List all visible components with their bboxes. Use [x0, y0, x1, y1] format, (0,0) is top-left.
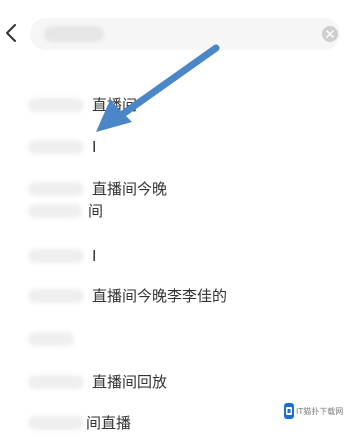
suggestion-text: 间 [88, 202, 104, 220]
suggestion-text: 间直播 [86, 414, 132, 432]
blurred-prefix [28, 204, 82, 218]
search-suggestion-list: 直播间 I 直播间今晚 间 I 直播间今晚李李佳的 直播间回放 间直播 [0, 70, 344, 432]
back-button[interactable] [2, 22, 20, 44]
watermark: IT猫扑下载网 [284, 400, 344, 422]
blurred-prefix [28, 375, 84, 389]
suggestion-item[interactable]: I [0, 235, 344, 277]
suggestion-item[interactable] [0, 318, 344, 360]
clear-search-button[interactable] [322, 26, 338, 42]
search-header [0, 0, 344, 70]
suggestion-item[interactable]: 直播间今晚李李佳的 [0, 275, 344, 317]
blurred-prefix [28, 332, 74, 346]
suggestion-text: 直播间今晚李李佳的 [92, 287, 228, 305]
watermark-mark-icon [286, 407, 292, 415]
suggestion-text: I [92, 138, 97, 156]
suggestion-item[interactable]: 直播间回放 [0, 361, 344, 403]
suggestion-item[interactable]: 直播间 [0, 84, 344, 126]
blurred-prefix [28, 98, 84, 112]
search-input[interactable] [30, 18, 340, 50]
blurred-prefix [28, 289, 84, 303]
suggestion-text: I [92, 247, 97, 265]
close-icon [326, 30, 334, 38]
suggestion-text: 直播间 [92, 96, 138, 114]
chevron-left-icon [6, 24, 16, 42]
suggestion-text: 直播间回放 [92, 373, 168, 391]
blurred-prefix [28, 140, 84, 154]
watermark-logo-icon [284, 403, 294, 419]
search-query-blurred [44, 26, 104, 42]
blurred-prefix [28, 249, 84, 263]
suggestion-item[interactable]: I [0, 126, 344, 168]
watermark-text: IT猫扑下载网 [296, 406, 344, 416]
suggestion-item[interactable]: 间 [0, 190, 344, 232]
